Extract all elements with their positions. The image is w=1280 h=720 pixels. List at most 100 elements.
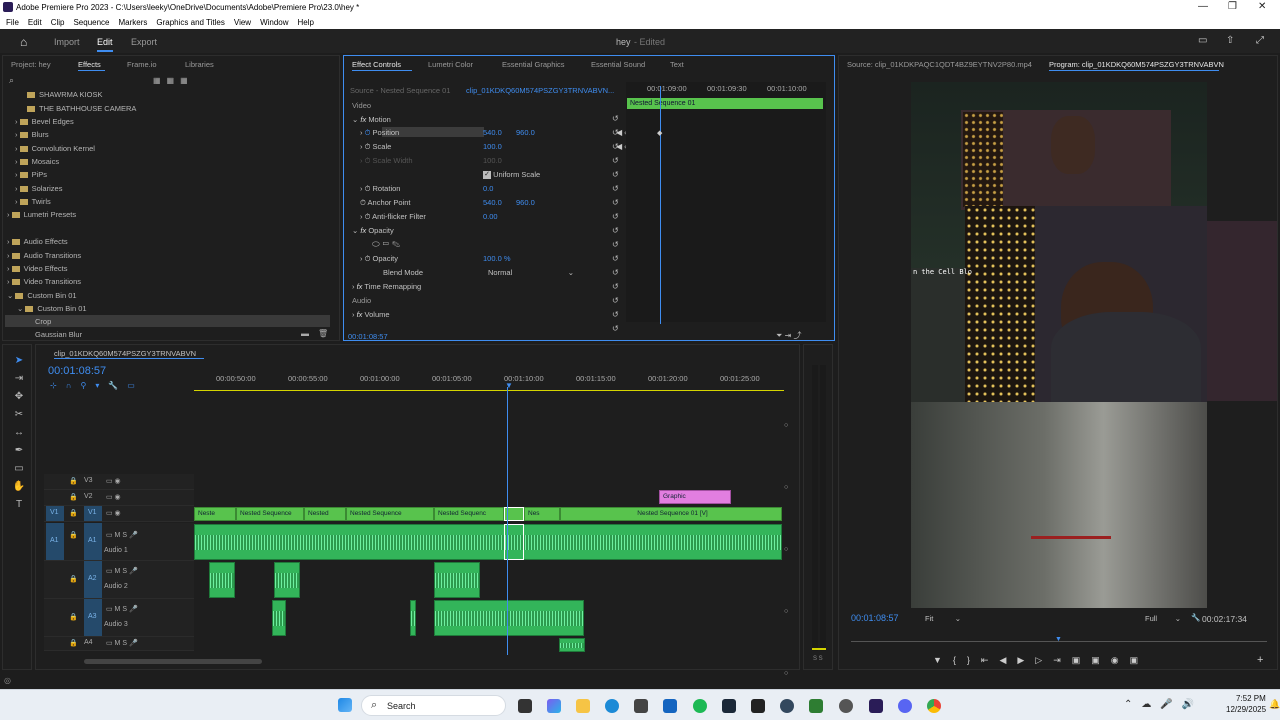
hand-tool-icon[interactable]: ✋	[12, 481, 26, 493]
uniform-scale-checkbox[interactable]: ✓ Uniform Scale	[483, 170, 540, 180]
clock-date[interactable]: 12/29/2025	[1226, 705, 1266, 714]
pen-tool-icon[interactable]: ✒	[12, 445, 26, 457]
search-icon[interactable]: ⌕	[9, 75, 14, 86]
share-icon[interactable]: ⇧	[1226, 35, 1234, 46]
antiflicker-value[interactable]: 0.00	[483, 212, 498, 221]
menu-clip[interactable]: Clip	[51, 18, 65, 27]
v1-clip[interactable]: Nes	[524, 507, 560, 521]
fl-studio-icon[interactable]	[751, 699, 765, 713]
position-row[interactable]: › ⏱ Position	[360, 128, 399, 138]
graphic-clip[interactable]: Graphic	[659, 490, 731, 504]
opacity-value[interactable]: 100.0 %	[483, 254, 511, 263]
clip-label[interactable]: clip_01KDKQ60M574PSZGY3TRNVABVN...	[466, 86, 614, 95]
scale-value[interactable]: 100.0	[483, 142, 502, 151]
position-x[interactable]: 540.0	[483, 128, 502, 137]
menu-sequence[interactable]: Sequence	[73, 18, 109, 27]
v1-clip[interactable]: Nested Sequence	[346, 507, 434, 521]
timeline-zoom-scrollbar[interactable]	[84, 659, 262, 664]
tab-essential-sound[interactable]: Essential Sound	[591, 60, 645, 69]
program-playhead[interactable]: ▼	[1055, 636, 1062, 643]
menu-view[interactable]: View	[234, 18, 251, 27]
premiere-taskbar-icon[interactable]	[869, 699, 883, 713]
blend-mode-select[interactable]: Normal ⌄	[488, 268, 574, 277]
a2-audio-clip[interactable]	[209, 562, 235, 598]
work-area-bar[interactable]	[194, 390, 784, 391]
menu-file[interactable]: File	[6, 18, 19, 27]
search-box[interactable]: ⌕ Search	[361, 695, 506, 716]
close-icon[interactable]: ✕	[1258, 1, 1266, 12]
tab-libraries[interactable]: Libraries	[185, 60, 214, 69]
ec-footer-icons[interactable]: ⏷ ⇥ ⤴	[776, 330, 802, 341]
steam-icon[interactable]	[722, 699, 736, 713]
a3-audio-clip[interactable]	[410, 600, 416, 636]
import-tab[interactable]: Import	[54, 37, 80, 47]
v1-clip[interactable]: Nested Sequence 01 [V]	[560, 507, 782, 521]
tab-frameio[interactable]: Frame.io	[127, 60, 157, 69]
quality-select[interactable]: Full ⌄	[1145, 614, 1181, 623]
reset-icons[interactable]: ↺ ↺ ↺ ↺ ↺ ↺ ↺ ↺ ↺ ↺ ↺ ↺ ↺ ↺ ↺ ↺	[612, 112, 622, 333]
clock-time[interactable]: 7:52 PM	[1236, 694, 1266, 703]
v1-clip[interactable]: Nested Sequenc	[434, 507, 504, 521]
list-item[interactable]: › Lumetri Presets	[7, 210, 76, 219]
list-item[interactable]: › Video Transitions	[7, 277, 81, 286]
list-item[interactable]: SHAWRMA KIOSK	[27, 90, 102, 99]
app-icon[interactable]	[780, 699, 794, 713]
list-item[interactable]: › Blurs	[15, 130, 49, 139]
menu-window[interactable]: Window	[260, 18, 288, 27]
scale-row[interactable]: › ⏱ Scale	[360, 142, 391, 152]
windows-start-icon[interactable]	[338, 698, 352, 712]
selection-tool-icon[interactable]: ➤	[12, 355, 26, 367]
timeline-timecode[interactable]: 00:01:08:57	[48, 365, 106, 377]
type-tool-icon[interactable]: T	[12, 499, 26, 511]
edge-icon[interactable]	[605, 699, 619, 713]
menu-markers[interactable]: Markers	[119, 18, 148, 27]
volume-row[interactable]: › fx Volume	[352, 310, 390, 319]
tab-essential-graphics[interactable]: Essential Graphics	[502, 60, 565, 69]
a1-audio-clip[interactable]	[194, 524, 782, 560]
spotify-icon[interactable]	[693, 699, 707, 713]
tab-effect-controls[interactable]: Effect Controls	[352, 60, 401, 69]
list-item[interactable]: › Twirls	[15, 197, 51, 206]
track-select-icon[interactable]: ⇥	[12, 373, 26, 385]
app-icon-2[interactable]	[809, 699, 823, 713]
tab-effects[interactable]: Effects	[78, 60, 101, 69]
export-tab[interactable]: Export	[131, 37, 157, 47]
slip-tool-icon[interactable]: ↔	[12, 427, 26, 439]
edit-tab[interactable]: Edit	[97, 37, 113, 47]
list-item-selected[interactable]: Crop	[5, 315, 330, 327]
motion-row[interactable]: ⌄ fx Motion	[352, 115, 391, 124]
tab-project[interactable]: Project: hey	[11, 60, 51, 69]
task-view-icon[interactable]	[518, 699, 532, 713]
transport-controls[interactable]: ▼{}⇤◀▶▷⇥▣▣◉▣	[933, 655, 1149, 666]
wrench-icon[interactable]: 🔧	[1191, 613, 1200, 622]
a3-audio-clip[interactable]	[434, 600, 584, 636]
menu-graphics[interactable]: Graphics and Titles	[156, 18, 224, 27]
tab-program[interactable]: Program: clip_01KDKQ60M574PSZGY3TRNVABVN	[1049, 60, 1224, 69]
list-item[interactable]: › PiPs	[15, 170, 47, 179]
keyframe-icon[interactable]: ◆	[657, 129, 662, 137]
maximize-icon[interactable]: ❐	[1228, 1, 1237, 12]
list-item[interactable]: ⌄ Custom Bin 01	[7, 291, 77, 300]
ec-timecode[interactable]: 00:01:08:57	[348, 332, 388, 341]
v1-clip[interactable]: Neste	[194, 507, 236, 521]
copilot-icon[interactable]	[547, 699, 561, 713]
position-y[interactable]: 960.0	[516, 128, 535, 137]
video-frame[interactable]: n the Cell Blo	[911, 82, 1207, 608]
list-item[interactable]: › Mosaics	[15, 157, 59, 166]
trash-icon[interactable]: 🗑	[318, 329, 328, 338]
antiflicker-row[interactable]: › ⏱ Anti-flicker Filter	[360, 212, 426, 222]
a4-audio-clip[interactable]	[559, 638, 585, 652]
timeline-playhead[interactable]	[507, 387, 508, 655]
file-explorer-icon[interactable]	[576, 699, 590, 713]
list-item[interactable]: › Audio Transitions	[7, 251, 81, 260]
ripple-edit-icon[interactable]: ✥	[12, 391, 26, 403]
anchor-x[interactable]: 540.0	[483, 198, 502, 207]
list-item[interactable]: THE BATHHOUSE CAMERA	[27, 104, 136, 113]
list-item[interactable]: ⌄ Custom Bin 01	[17, 304, 87, 313]
program-timecode[interactable]: 00:01:08:57	[851, 613, 899, 623]
chatgpt-icon[interactable]	[839, 699, 853, 713]
list-item[interactable]: › Bevel Edges	[15, 117, 74, 126]
v1-clip[interactable]: Nested Sequence	[236, 507, 304, 521]
new-bin-icon[interactable]: ▬	[301, 329, 309, 338]
fit-select[interactable]: Fit ⌄	[925, 614, 961, 623]
